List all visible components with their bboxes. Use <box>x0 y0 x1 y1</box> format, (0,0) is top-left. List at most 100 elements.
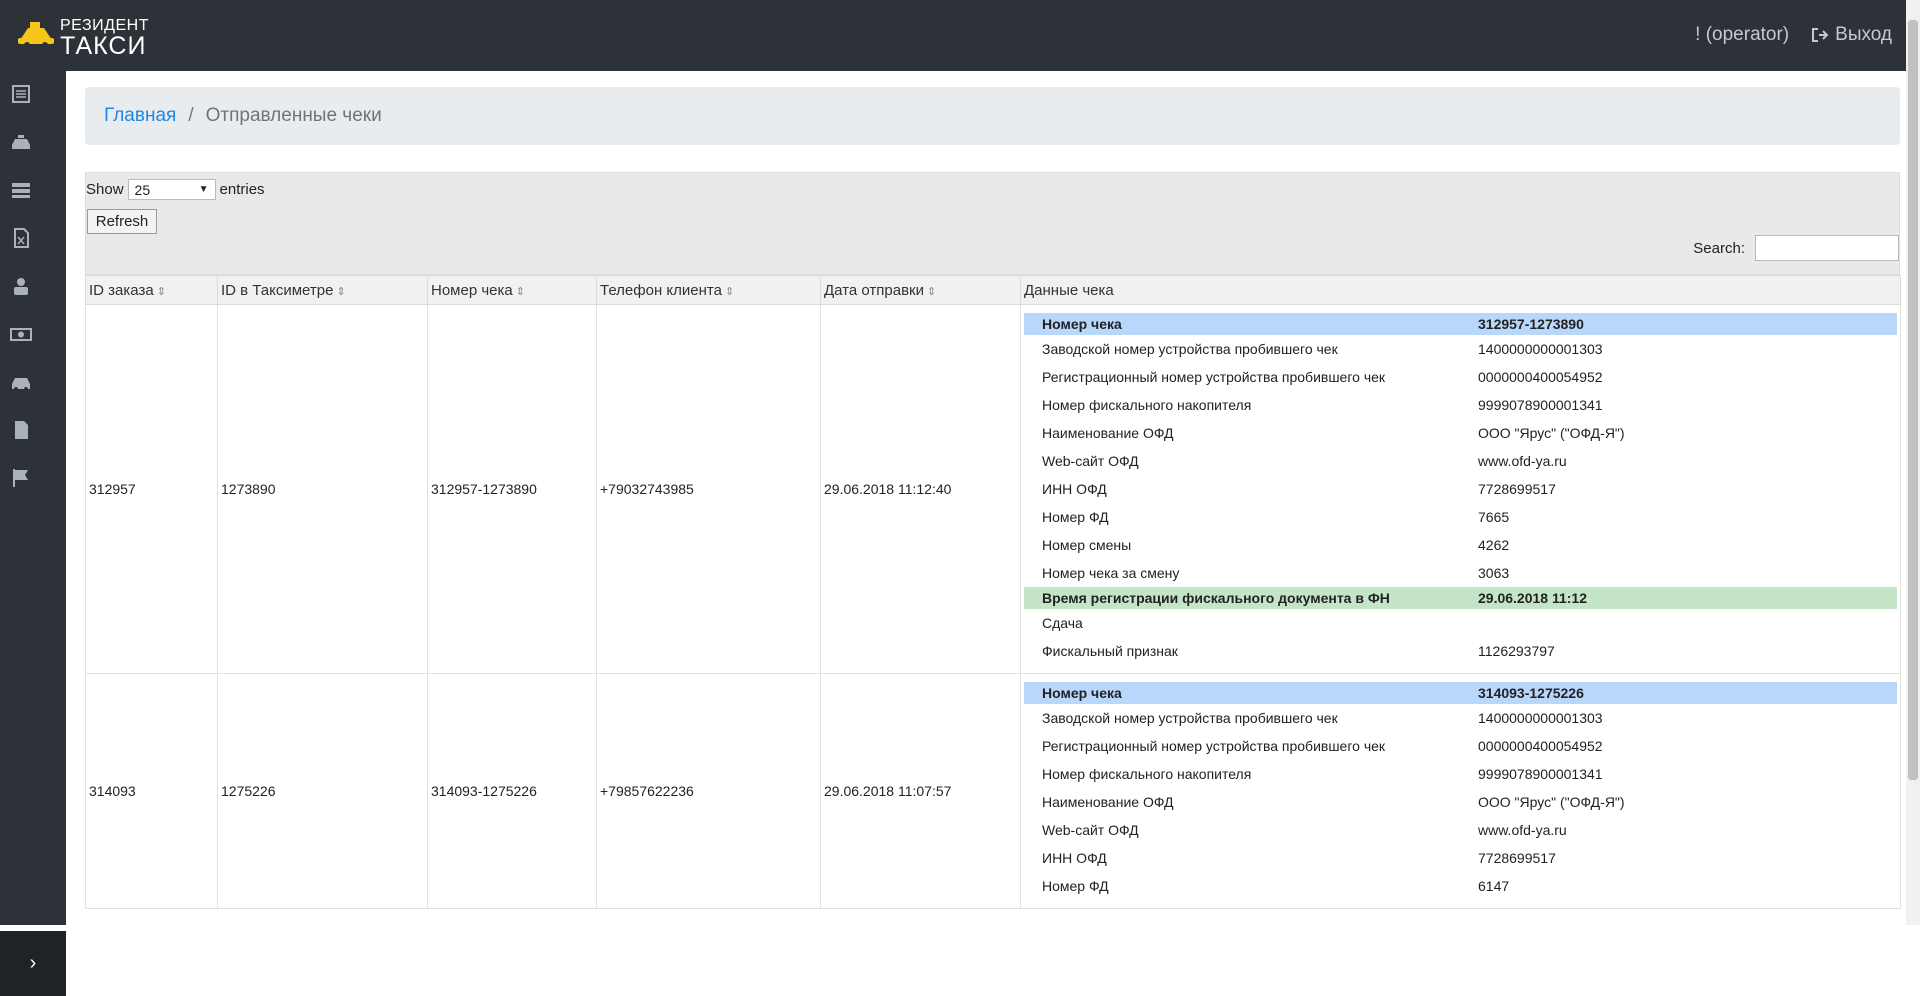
receipt-detail-row: Номер чека 312957-1273890 <box>1024 313 1897 335</box>
receipt-detail-row: Номер чека за смену 3063 <box>1024 559 1897 587</box>
scrollbar[interactable] <box>1906 0 1920 925</box>
receipt-detail-key: Наименование ОФД <box>1042 425 1174 441</box>
receipt-detail-row: Регистрационный номер устройства пробивш… <box>1024 732 1897 760</box>
receipt-detail-value: www.ofd-ya.ru <box>1478 822 1567 838</box>
receipt-detail-value: 7728699517 <box>1478 481 1556 497</box>
taxi-icon[interactable] <box>10 131 32 153</box>
breadcrumb: Главная / Отправленные чеки <box>85 87 1900 145</box>
receipt-detail-value: 314093-1275226 <box>1478 682 1897 704</box>
column-header-sent-date[interactable]: Дата отправки ⇕ <box>820 275 1021 305</box>
receipt-detail-key: Сдача <box>1042 615 1083 631</box>
receipt-detail-key: Номер чека <box>1024 313 1478 335</box>
logout-icon <box>1812 28 1829 42</box>
receipt-detail-value: 312957-1273890 <box>1478 313 1897 335</box>
receipt-detail-value: 1400000000001303 <box>1478 341 1603 357</box>
sort-icon: ⇕ <box>724 285 735 298</box>
receipt-detail-key: Номер ФД <box>1042 509 1109 525</box>
cell-receipt-number: 314093-1275226 <box>427 673 597 909</box>
entries-label: entries <box>219 181 265 198</box>
receipt-detail-row: Время регистрации фискального документа … <box>1024 587 1897 609</box>
sort-icon: ⇕ <box>156 285 166 298</box>
servers-icon[interactable] <box>10 179 32 201</box>
page-length-control: Show 25 ▼ entries <box>86 179 265 200</box>
receipt-detail-value: 0000000400054952 <box>1478 738 1603 754</box>
receipt-detail-key: Web-сайт ОФД <box>1042 453 1139 469</box>
receipt-detail-row: Заводской номер устройства пробившего че… <box>1024 335 1897 363</box>
cell-sent-date: 29.06.2018 11:07:57 <box>820 673 1021 909</box>
document-icon[interactable] <box>10 419 32 441</box>
receipts-table: ID заказа ⇕ ID в Таксиметре ⇕ Номер чека ⇕ … <box>85 275 1901 909</box>
cell-receipt-number: 312957-1273890 <box>427 304 597 674</box>
column-header-receipt-number[interactable]: Номер чека ⇕ <box>427 275 597 305</box>
receipt-detail-key: ИНН ОФД <box>1042 850 1107 866</box>
cell-sent-date: 29.06.2018 11:12:40 <box>820 304 1021 674</box>
logo[interactable]: РЕЗИДЕНТ ТАКСИ <box>18 14 149 60</box>
column-header-order-id[interactable]: ID заказа ⇕ <box>85 275 218 305</box>
receipt-detail-key: Наименование ОФД <box>1042 794 1174 810</box>
search-input[interactable] <box>1755 235 1899 261</box>
breadcrumb-home-link[interactable]: Главная <box>104 105 176 127</box>
datatable-controls: Show 25 ▼ entries Refresh Search: <box>85 172 1900 275</box>
cell-client-phone: +79857622236 <box>596 673 821 909</box>
receipt-detail-value: www.ofd-ya.ru <box>1478 453 1567 469</box>
receipt-detail-row: ИНН ОФД 7728699517 <box>1024 475 1897 503</box>
cell-taximeter-id: 1275226 <box>217 673 428 909</box>
list-icon[interactable] <box>10 83 32 105</box>
scrollbar-thumb[interactable] <box>1908 20 1918 780</box>
receipt-detail-value: 9999078900001341 <box>1478 766 1603 782</box>
entries-select[interactable]: 25 ▼ <box>127 179 216 200</box>
user-menu[interactable]: ! (operator) <box>1695 24 1789 46</box>
receipt-detail-value <box>1478 609 1897 637</box>
receipt-detail-row: Наименование ОФД ООО "Ярус" ("ОФД-Я") <box>1024 788 1897 816</box>
column-header-taximeter-id[interactable]: ID в Таксиметре ⇕ <box>217 275 428 305</box>
table-row[interactable]: 312957 1273890 312957-1273890 +79032743985 2… <box>85 304 1901 674</box>
cell-order-id: 312957 <box>85 304 218 674</box>
sidebar-toggle-button[interactable]: › <box>0 931 66 996</box>
receipt-detail-row: Номер фискального накопителя 999907890000… <box>1024 391 1897 419</box>
receipt-detail-key: Номер смены <box>1042 537 1132 553</box>
search-control: Search: <box>1693 235 1899 261</box>
sort-icon: ⇕ <box>515 285 525 298</box>
receipt-detail-row: Web-сайт ОФД www.ofd-ya.ru <box>1024 447 1897 475</box>
car-icon[interactable] <box>10 371 32 393</box>
cell-receipt-details: Номер чека 314093-1275226 Заводской номер … <box>1020 673 1901 909</box>
receipt-detail-key: Номер чека <box>1024 682 1478 704</box>
receipt-detail-value: 6147 <box>1478 878 1510 894</box>
cell-order-id: 314093 <box>85 673 218 909</box>
receipt-detail-key: Фискальный признак <box>1042 643 1178 659</box>
logout-label: Выход <box>1835 24 1892 45</box>
receipt-detail-key: Заводской номер устройства пробившего че… <box>1042 710 1338 726</box>
receipt-details-table: Номер чека 312957-1273890 Заводской номер … <box>1024 313 1897 665</box>
receipt-detail-row: Заводской номер устройства пробившего че… <box>1024 704 1897 732</box>
search-label: Search: <box>1693 239 1745 257</box>
receipt-detail-value: 29.06.2018 11:12 <box>1478 587 1897 609</box>
receipt-detail-value: 1126293797 <box>1478 643 1555 659</box>
table-row[interactable]: 314093 1275226 314093-1275226 +79857622236 2… <box>85 673 1901 909</box>
show-label: Show <box>86 181 124 198</box>
top-navbar: РЕЗИДЕНТ ТАКСИ ! (operator) Выход <box>0 0 1920 71</box>
logout-link[interactable]: Выход <box>1811 24 1892 46</box>
receipt-detail-row: Наименование ОФД ООО "Ярус" ("ОФД-Я") <box>1024 419 1897 447</box>
driver-icon[interactable] <box>10 275 32 297</box>
flag-icon[interactable] <box>10 467 32 489</box>
receipt-detail-key: Web-сайт ОФД <box>1042 822 1139 838</box>
taxi-logo-icon <box>18 22 54 48</box>
logo-text-line2: ТАКСИ <box>60 32 147 60</box>
excel-file-icon[interactable] <box>10 227 32 249</box>
column-header-receipt-data: Данные чека <box>1020 275 1901 305</box>
receipt-detail-key: Регистрационный номер устройства пробивш… <box>1042 738 1386 754</box>
money-icon[interactable] <box>10 323 32 345</box>
cell-taximeter-id: 1273890 <box>217 304 428 674</box>
receipt-detail-row: Номер ФД 6147 <box>1024 872 1897 900</box>
receipt-detail-row: Сдача <box>1024 609 1897 637</box>
receipt-detail-value: 4262 <box>1478 537 1510 553</box>
receipt-detail-row: Номер ФД 7665 <box>1024 503 1897 531</box>
column-header-client-phone[interactable]: Телефон клиента ⇕ <box>596 275 821 305</box>
cell-receipt-details: Номер чека 312957-1273890 Заводской номер … <box>1020 304 1901 674</box>
receipt-detail-key: Номер чека за смену <box>1042 565 1180 581</box>
receipt-details-table: Номер чека 314093-1275226 Заводской номер … <box>1024 682 1897 900</box>
refresh-button[interactable]: Refresh <box>87 209 157 234</box>
receipt-detail-value: 3063 <box>1478 565 1510 581</box>
receipt-detail-key: Номер фискального накопителя <box>1042 766 1252 782</box>
receipt-detail-row: ИНН ОФД 7728699517 <box>1024 844 1897 872</box>
